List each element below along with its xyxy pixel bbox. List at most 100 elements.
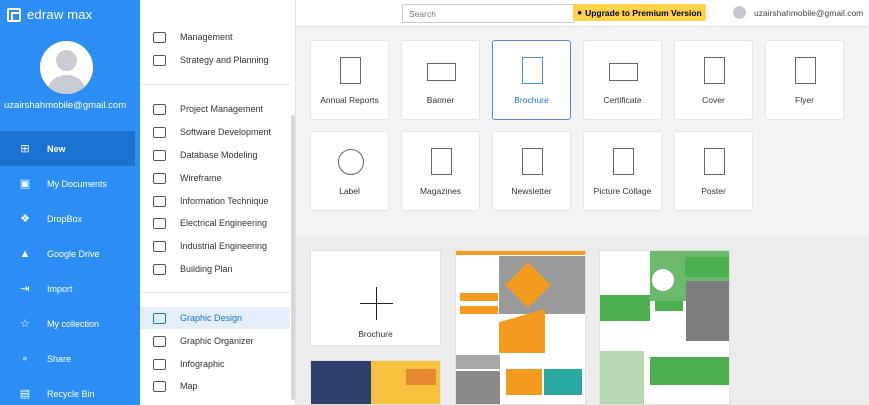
thumb-navy-panel (311, 361, 371, 404)
edraw-logo-icon (7, 7, 21, 22)
type-poster[interactable]: Poster (674, 131, 753, 211)
graphic-design-icon (153, 312, 166, 324)
organizer-icon (153, 335, 166, 347)
category-label: Electrical Engineering (180, 218, 268, 228)
sidebar-item-my-documents[interactable]: ▣ My Documents (0, 166, 140, 201)
divider (140, 84, 290, 85)
search-input[interactable] (402, 4, 574, 23)
type-label: Flyer (795, 95, 814, 105)
poster-icon (704, 148, 725, 175)
category-label: Map (180, 381, 198, 391)
category-information-technique[interactable]: Information Technique (140, 190, 290, 212)
thumb-image (456, 355, 500, 369)
type-magazines[interactable]: Magazines (401, 131, 480, 211)
sidebar-item-new[interactable]: ⊞ New (0, 131, 135, 166)
cover-icon (704, 57, 725, 84)
sidebar-item-label: Google Drive (47, 248, 100, 259)
category-building-plan[interactable]: Building Plan (140, 258, 290, 280)
import-icon: ⇥ (20, 282, 30, 295)
category-database-modeling[interactable]: Database Modeling (140, 144, 290, 166)
template-thumbnail-yellow[interactable] (310, 360, 441, 405)
thumb-circle (652, 269, 674, 291)
thumb-grid (600, 295, 650, 321)
category-project-management[interactable]: Project Management (140, 98, 290, 120)
category-label: Building Plan (180, 264, 233, 274)
category-scrollbar[interactable] (291, 115, 295, 400)
category-strategy-and-planning[interactable]: Strategy and Planning (140, 49, 290, 71)
type-label: Certificate (603, 95, 642, 105)
type-brochure[interactable]: Brochure (492, 40, 571, 120)
user-icon[interactable] (733, 6, 746, 19)
type-label: Brochure (514, 95, 549, 105)
upgrade-label: Upgrade to Premium Version (585, 7, 702, 18)
trash-icon: ▤ (19, 387, 31, 400)
share-icon: ∘ (21, 352, 29, 365)
category-infographic[interactable]: Infographic (140, 353, 290, 375)
type-label-template[interactable]: Label (310, 131, 389, 211)
type-label: Cover (702, 95, 725, 105)
thumb-title-box (545, 316, 585, 346)
infographic-icon (153, 358, 166, 370)
template-thumbnail-green[interactable] (599, 250, 730, 405)
sidebar-item-label: Import (47, 283, 73, 294)
sidebar-item-label: DropBox (47, 213, 83, 224)
collage-icon (613, 148, 634, 175)
type-certificate[interactable]: Certificate (583, 40, 662, 120)
sidebar-item-google-drive[interactable]: ▲ Google Drive (0, 236, 140, 271)
category-graphic-design[interactable]: Graphic Design (140, 307, 290, 329)
category-graphic-organizer[interactable]: Graphic Organizer (140, 330, 290, 352)
upgrade-button[interactable]: ● Upgrade to Premium Version (573, 4, 706, 21)
sidebar-email: uzairshahmobile@gmail.com (4, 100, 127, 111)
thumb-teal-block (544, 369, 582, 395)
sidebar-item-my-collection[interactable]: ☆ My collection (0, 306, 140, 341)
documents-icon: ▣ (19, 177, 31, 190)
type-label: Poster (701, 186, 726, 196)
sidebar-item-import[interactable]: ⇥ Import (0, 271, 140, 306)
type-flyer[interactable]: Flyer (765, 40, 844, 120)
avatar[interactable] (40, 41, 93, 94)
category-label: Management (180, 32, 233, 42)
thumb-header-bar (456, 251, 585, 255)
wireframe-icon (153, 172, 166, 184)
type-newsletter[interactable]: Newsletter (492, 131, 571, 211)
type-label: Banner (426, 95, 455, 105)
thumb-photo-row (650, 357, 729, 385)
sidebar-item-label: My collection (47, 318, 100, 329)
category-management[interactable]: Management (140, 26, 290, 48)
template-thumbnail-orange[interactable] (455, 250, 586, 405)
category-electrical-engineering[interactable]: Electrical Engineering (140, 212, 290, 234)
type-annual-reports[interactable]: Annual Reports (310, 40, 389, 120)
category-label: Industrial Engineering (180, 241, 268, 251)
category-software-development[interactable]: Software Development (140, 121, 290, 143)
sidebar-item-share[interactable]: ∘ Share (0, 341, 140, 376)
type-banner[interactable]: Banner (401, 40, 480, 120)
brand-name: edraw max (27, 7, 93, 22)
avatar-body (48, 75, 85, 94)
divider (140, 292, 290, 293)
category-industrial-engineering[interactable]: Industrial Engineering (140, 235, 290, 257)
blank-brochure-card[interactable]: Brochure (310, 250, 441, 346)
type-cover[interactable]: Cover (674, 40, 753, 120)
thumb-orange-block (499, 309, 545, 353)
category-wireframe[interactable]: Wireframe (140, 167, 290, 189)
project-management-icon (153, 103, 166, 115)
category-panel: Management Strategy and Planning Project… (140, 0, 296, 405)
type-label: Label (339, 186, 360, 196)
strategy-icon (153, 54, 166, 66)
thumb-icons-row (655, 301, 683, 311)
sidebar-item-label: New (47, 143, 66, 154)
template-gallery: Brochure (296, 235, 869, 405)
user-email[interactable]: uzairshahmobile@gmail.com (754, 8, 863, 18)
category-label: Software Development (180, 127, 272, 137)
thumb-arrows (460, 293, 498, 301)
thumb-arrows (506, 369, 542, 395)
type-label: Newsletter (511, 186, 552, 196)
thumb-green-panel (600, 351, 644, 404)
sidebar-item-recycle-bin[interactable]: ▤ Recycle Bin (0, 376, 140, 405)
type-picture-collage[interactable]: Picture Collage (583, 131, 662, 211)
software-icon (153, 126, 166, 138)
category-map[interactable]: Map (140, 375, 290, 397)
sidebar-item-dropbox[interactable]: ❖ DropBox (0, 201, 140, 236)
building-plan-icon (153, 263, 166, 275)
template-type-grid: Annual Reports Banner Brochure Certifica… (296, 27, 869, 232)
